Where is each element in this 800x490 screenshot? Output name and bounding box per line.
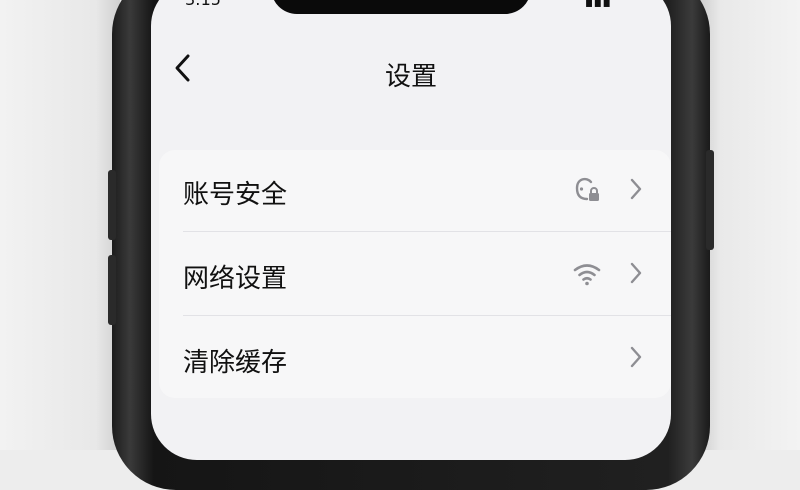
wifi-icon [573, 264, 601, 286]
row-divider [183, 231, 671, 232]
notch [271, 0, 531, 14]
background-right [700, 0, 800, 450]
settings-row-network[interactable]: 网络设置 [159, 234, 671, 316]
status-time: 3:15 [185, 0, 221, 9]
volume-button-2 [108, 255, 116, 325]
background-left [0, 0, 120, 450]
status-signal: ▮▮▮ [585, 0, 611, 9]
account-lock-icon [575, 177, 599, 201]
row-divider [183, 315, 671, 316]
chevron-right-icon [630, 178, 642, 200]
phone-screen: 3:15 ▮▮▮ 设置 账号安全 网络设置 [151, 0, 671, 460]
volume-button [108, 170, 116, 240]
chevron-right-icon [630, 262, 642, 284]
settings-row-account-security[interactable]: 账号安全 [159, 150, 671, 232]
page-title: 设置 [384, 62, 437, 92]
chevron-right-icon [630, 346, 642, 368]
power-button [706, 150, 714, 250]
navigation-bar: 设置 [151, 32, 671, 104]
settings-card: 账号安全 网络设置 清除缓存 [159, 150, 671, 398]
row-label: 网络设置 [183, 264, 288, 294]
settings-row-clear-cache[interactable]: 清除缓存 [159, 318, 671, 400]
row-label: 清除缓存 [183, 348, 288, 378]
row-label: 账号安全 [183, 180, 288, 210]
